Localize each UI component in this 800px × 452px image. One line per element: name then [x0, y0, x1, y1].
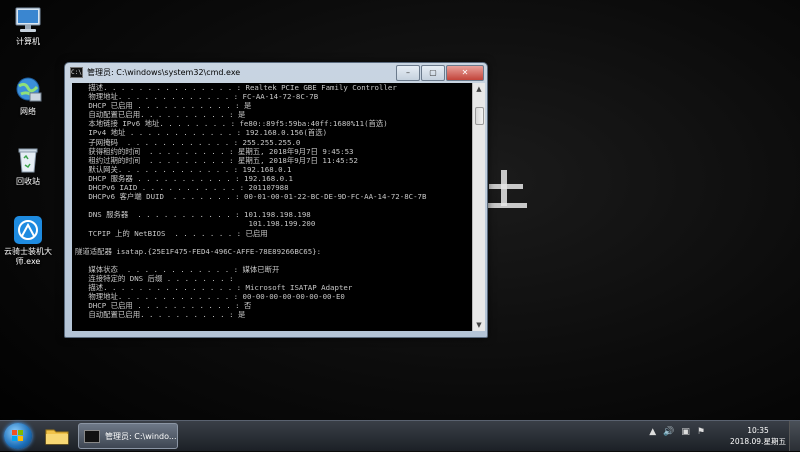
console-line: TCPIP 上的 NetBIOS . . . . . . . : 已启用 — [75, 228, 268, 238]
console-output[interactable]: 描述. . . . . . . . . . . . . . . : Realte… — [72, 83, 472, 331]
desktop-icon-recycle-bin[interactable]: 回收站 — [2, 146, 54, 187]
windows-logo-icon — [12, 430, 24, 442]
console-line: 租约过期的时间 . . . . . . . . . : 星期五, 2018年9月… — [75, 155, 358, 165]
console-line: 隧道适配器 isatap.{25E1F475-FED4-496C-AFFE-78… — [75, 246, 322, 256]
console-line: DHCPv6 IAID . . . . . . . . . . . : 2011… — [75, 183, 289, 193]
console-line: 默认网关. . . . . . . . . . . . . : 192.168.… — [75, 164, 292, 174]
console-line: 获得租约的时间 . . . . . . . . . : 星期五, 2018年9月… — [75, 146, 354, 156]
console-line: 101.198.199.200 — [75, 219, 316, 229]
maximize-button[interactable]: ▢ — [421, 65, 445, 81]
folder-icon — [45, 429, 69, 445]
console-line: DNS 服务器 . . . . . . . . . . . : 101.198.… — [75, 210, 311, 220]
console-line: 自动配置已启用. . . . . . . . . . : 是 — [75, 110, 246, 120]
console-line: DHCP 已启用 . . . . . . . . . . . : 是 — [75, 101, 252, 111]
cmd-icon: C:\ — [70, 67, 83, 78]
desktop-icon-yunqishi[interactable]: 云骑士装机大师.exe — [2, 216, 54, 267]
system-tray: ▲ 🔊 ▣ ⚑ — [649, 427, 705, 437]
desktop-icon-label: 网络 — [20, 107, 36, 116]
window-title: 管理员: C:\windows\system32\cmd.exe — [87, 68, 241, 77]
taskbar: 管理员: C:\windo... ▲ 🔊 ▣ ⚑ 10:35 2018.09.星… — [0, 420, 800, 451]
console-line: IPv4 地址 . . . . . . . . . . . . : 192.16… — [75, 128, 328, 138]
minimize-button[interactable]: – — [396, 65, 420, 81]
desktop-icon-label: 云骑士装机大师.exe — [4, 247, 52, 266]
console-scrollbar[interactable]: ▲ ▼ — [472, 83, 485, 331]
console-line: 物理地址. . . . . . . . . . . . . : 00-00-00… — [75, 292, 345, 302]
computer-icon — [13, 6, 43, 34]
console-line: 自动配置已启用. . . . . . . . . . : 是 — [75, 310, 246, 320]
show-desktop-button[interactable] — [789, 421, 800, 451]
cmd-icon — [84, 429, 100, 443]
console-line: 本地链接 IPv6 地址. . . . . . . . : fe80::89f5… — [75, 119, 388, 129]
start-button[interactable] — [4, 423, 32, 449]
console-line: 物理地址. . . . . . . . . . . . . : FC-AA-14… — [75, 92, 319, 102]
console-line: DHCPv6 客户端 DUID . . . . . . . : 00-01-00… — [75, 192, 427, 202]
console-line: DHCP 服务器 . . . . . . . . . . . : 192.168… — [75, 173, 293, 183]
tray-arrow-icon[interactable]: ▲ — [649, 427, 656, 437]
close-button[interactable]: ✕ — [446, 65, 484, 81]
clock[interactable]: 10:35 2018.09.星期五 — [728, 425, 788, 447]
wallpaper-mark — [487, 170, 527, 210]
desktop-icon-network[interactable]: 网络 — [2, 76, 54, 117]
speaker-icon[interactable]: 🔊 — [663, 427, 674, 437]
cmd-window[interactable]: C:\ 管理员: C:\windows\system32\cmd.exe – ▢… — [64, 62, 488, 338]
network-tray-icon[interactable]: ▣ — [681, 427, 690, 437]
desktop-icon-label: 回收站 — [16, 177, 40, 186]
clock-date: 2018.09.星期五 — [730, 437, 786, 446]
explorer-taskbar-button[interactable] — [42, 424, 72, 448]
cmd-taskbar-button[interactable]: 管理员: C:\windo... — [78, 423, 178, 449]
desktop-icon-label: 计算机 — [16, 37, 40, 46]
console-line: 描述. . . . . . . . . . . . . . . : Micros… — [75, 283, 353, 293]
flag-tray-icon[interactable]: ⚑ — [697, 427, 705, 437]
desktop-icon-computer[interactable]: 计算机 — [2, 6, 54, 47]
console-line: 媒体状态 . . . . . . . . . . . . : 媒体已断开 — [75, 264, 280, 274]
clock-time: 10:35 — [747, 426, 769, 435]
console-line: 连接特定的 DNS 后缀 . . . . . . . : — [75, 273, 234, 283]
taskbar-task-label: 管理员: C:\windo... — [105, 431, 177, 441]
scroll-thumb[interactable] — [475, 107, 484, 125]
scroll-down-arrow-icon[interactable]: ▼ — [473, 319, 485, 331]
console-line: 描述. . . . . . . . . . . . . . . : Realte… — [75, 83, 397, 92]
network-icon — [13, 76, 43, 104]
yunqishi-icon — [13, 216, 43, 244]
console-line: DHCP 已启用 . . . . . . . . . . . : 否 — [75, 301, 252, 311]
scroll-up-arrow-icon[interactable]: ▲ — [473, 83, 485, 95]
console-line: 子网掩码 . . . . . . . . . . . . : 255.255.2… — [75, 137, 301, 147]
recycle-bin-icon — [13, 146, 43, 174]
